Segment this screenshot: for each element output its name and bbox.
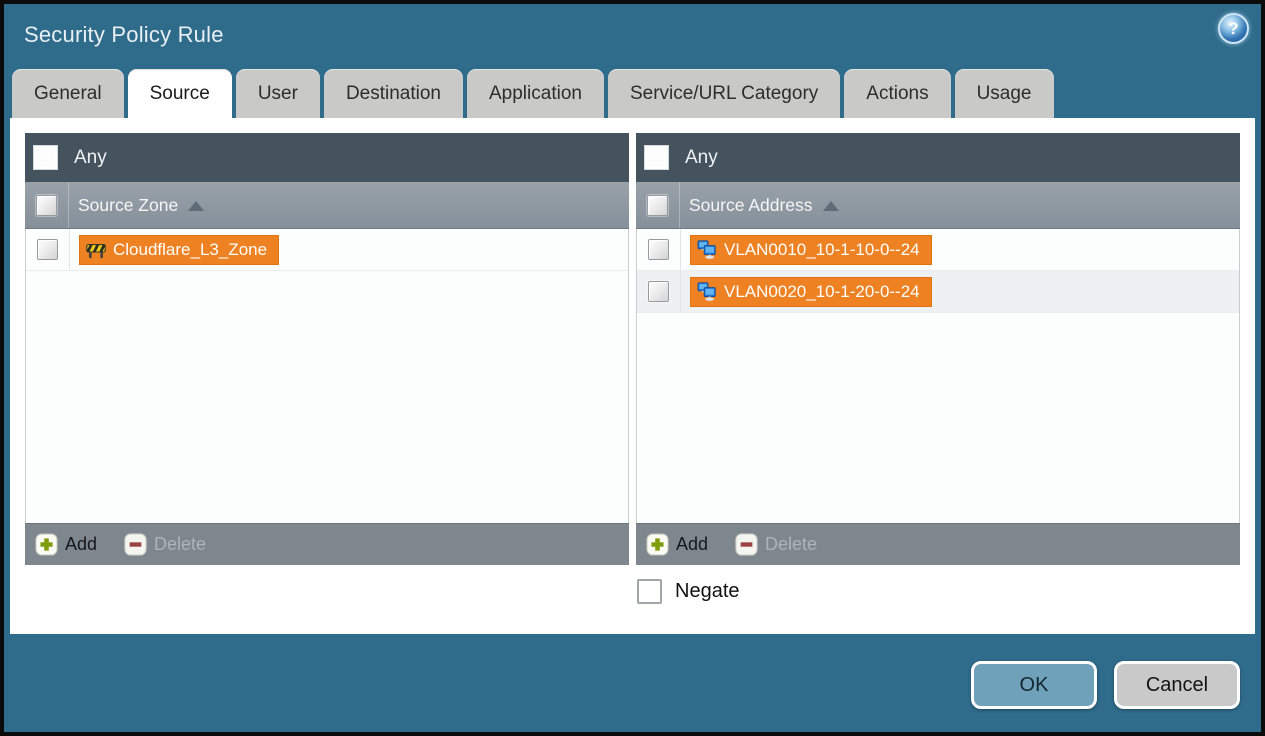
address-icon xyxy=(697,281,716,301)
zone-icon xyxy=(86,243,106,258)
source-zone-toolbar: Add Delete xyxy=(25,523,629,565)
dialog-footer: OK Cancel xyxy=(4,634,1261,732)
page-title: Security Policy Rule xyxy=(24,22,224,47)
add-label: Add xyxy=(65,534,98,554)
address-icon xyxy=(697,239,716,259)
sort-ascending-icon[interactable] xyxy=(822,201,839,211)
checkbox-cell xyxy=(637,271,681,312)
plus-icon xyxy=(646,533,669,556)
column-header-label: Source Zone xyxy=(78,194,179,215)
minus-icon xyxy=(124,533,147,556)
delete-label: Delete xyxy=(154,534,207,554)
address-chip[interactable]: VLAN0010_10-1-10-0--24 xyxy=(690,234,932,265)
source-zone-list: Cloudflare_L3_Zone xyxy=(25,229,629,523)
zone-chip[interactable]: Cloudflare_L3_Zone xyxy=(79,234,280,265)
row-label: VLAN0010_10-1-10-0--24 xyxy=(724,239,920,259)
source-zone-any-checkbox[interactable] xyxy=(33,145,58,170)
column-header-label: Source Address xyxy=(689,194,813,215)
tab-bar: General Source User Destination Applicat… xyxy=(4,66,1261,118)
add-button[interactable]: Add xyxy=(35,533,97,556)
negate-row: Negate xyxy=(10,579,1255,604)
source-address-any-header: Any xyxy=(636,133,1240,182)
add-label: Add xyxy=(676,534,709,554)
minus-icon xyxy=(735,533,758,556)
checkbox-cell xyxy=(25,182,69,228)
source-tab-content: Any Source Zone Cloudflare_L3_Zone Add D… xyxy=(10,118,1255,634)
table-row[interactable]: VLAN0020_10-1-20-0--24 xyxy=(637,271,1239,313)
source-zone-any-header: Any xyxy=(25,133,629,182)
any-label: Any xyxy=(685,146,718,168)
row-checkbox[interactable] xyxy=(37,239,58,260)
checkbox-cell xyxy=(636,182,680,228)
checkbox-cell xyxy=(26,229,70,270)
source-zone-column-header[interactable]: Source Zone xyxy=(25,182,629,229)
ok-button[interactable]: OK xyxy=(971,661,1097,709)
source-address-any-checkbox[interactable] xyxy=(644,145,669,170)
checkbox-cell xyxy=(637,229,681,270)
source-zone-select-all-checkbox[interactable] xyxy=(36,194,57,216)
tab-source[interactable]: Source xyxy=(127,69,232,118)
help-glyph: ? xyxy=(1228,18,1239,38)
table-row[interactable]: Cloudflare_L3_Zone xyxy=(26,229,628,271)
table-row[interactable]: VLAN0010_10-1-10-0--24 xyxy=(637,229,1239,271)
source-zone-panel: Any Source Zone Cloudflare_L3_Zone Add D… xyxy=(25,133,629,565)
source-address-panel: Any Source Address VLAN0010_10-1-10-0--2… xyxy=(636,133,1240,565)
tab-destination[interactable]: Destination xyxy=(323,69,463,118)
row-checkbox[interactable] xyxy=(648,281,669,302)
delete-button[interactable]: Delete xyxy=(124,533,206,556)
security-policy-rule-dialog: Security Policy Rule ? General Source Us… xyxy=(0,0,1265,736)
tab-general[interactable]: General xyxy=(12,69,124,118)
tab-application[interactable]: Application xyxy=(467,69,604,118)
plus-icon xyxy=(35,533,58,556)
address-chip[interactable]: VLAN0020_10-1-20-0--24 xyxy=(690,276,932,307)
source-address-select-all-checkbox[interactable] xyxy=(647,194,668,216)
title-bar: Security Policy Rule ? xyxy=(4,4,1261,66)
panels-container: Any Source Zone Cloudflare_L3_Zone Add D… xyxy=(10,118,1255,565)
row-label: VLAN0020_10-1-20-0--24 xyxy=(724,281,920,301)
source-address-list: VLAN0010_10-1-10-0--24 VLAN0020_10-1-20-… xyxy=(636,229,1240,523)
sort-ascending-icon[interactable] xyxy=(188,201,205,211)
row-checkbox[interactable] xyxy=(648,239,669,260)
add-button[interactable]: Add xyxy=(646,533,708,556)
negate-label: Negate xyxy=(675,580,740,602)
tab-usage[interactable]: Usage xyxy=(954,69,1054,118)
cancel-button[interactable]: Cancel xyxy=(1114,661,1240,709)
tab-service-url-category[interactable]: Service/URL Category xyxy=(607,69,841,118)
tab-actions[interactable]: Actions xyxy=(844,69,951,118)
tab-user[interactable]: User xyxy=(235,69,320,118)
delete-button[interactable]: Delete xyxy=(735,533,817,556)
source-address-column-header[interactable]: Source Address xyxy=(636,182,1240,229)
negate-checkbox[interactable] xyxy=(637,579,662,604)
help-icon[interactable]: ? xyxy=(1218,13,1249,44)
source-address-toolbar: Add Delete xyxy=(636,523,1240,565)
row-label: Cloudflare_L3_Zone xyxy=(113,239,268,259)
delete-label: Delete xyxy=(765,534,818,554)
any-label: Any xyxy=(74,146,107,168)
